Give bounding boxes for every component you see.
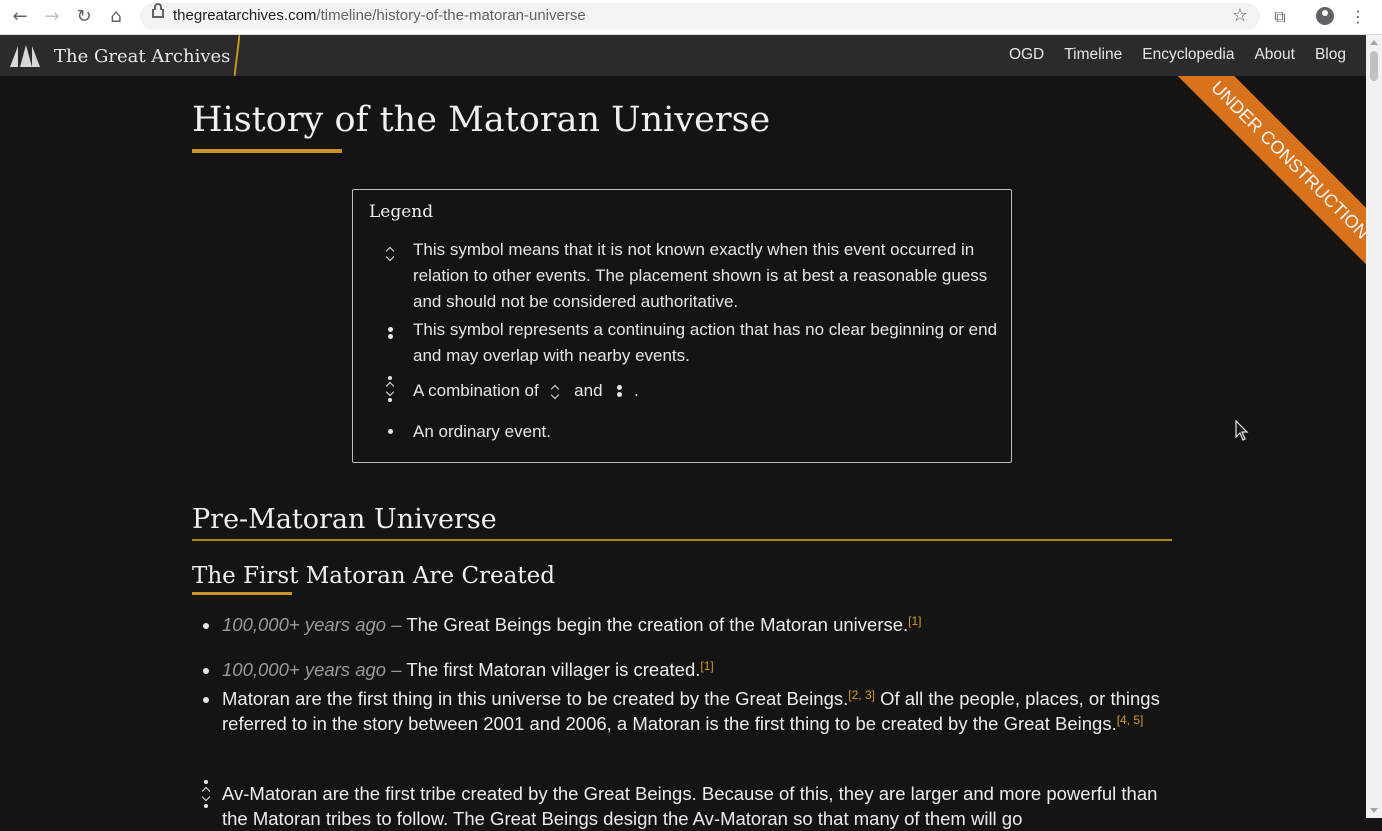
nav-about[interactable]: About bbox=[1254, 46, 1295, 64]
reference-link[interactable]: [1] bbox=[700, 659, 713, 673]
continuing-action-icon bbox=[615, 384, 625, 400]
legend-box: Legend This symbol means that it is not … bbox=[352, 189, 1012, 463]
legend-title: Legend bbox=[369, 202, 434, 222]
ordinary-event-icon bbox=[203, 697, 209, 703]
nav-blog[interactable]: Blog bbox=[1315, 46, 1346, 64]
browser-toolbar: ← → ↻ ⌂ thegreatarchives.com/timeline/hi… bbox=[0, 0, 1382, 35]
site-header: The Great Archives OGD Timeline Encyclop… bbox=[0, 35, 1366, 76]
reload-icon[interactable]: ↻ bbox=[72, 5, 96, 29]
section-heading: Pre-Matoran Universe bbox=[192, 504, 497, 535]
profile-avatar-icon[interactable] bbox=[1316, 7, 1334, 25]
legend-item-uncertain: This symbol means that it is not known e… bbox=[413, 240, 988, 311]
back-icon[interactable]: ← bbox=[8, 5, 32, 29]
mouse-cursor-icon bbox=[1235, 420, 1249, 441]
forward-icon[interactable]: → bbox=[40, 5, 64, 29]
page-scrollbar[interactable] bbox=[1366, 35, 1382, 818]
under-construction-ribbon: UNDER CONSTRUCTION bbox=[1155, 76, 1366, 295]
uncertain-placement-icon bbox=[551, 383, 561, 401]
title-underline bbox=[192, 149, 342, 153]
continuing-action-icon bbox=[383, 325, 399, 341]
ordinary-event-icon bbox=[203, 668, 209, 674]
reference-link[interactable]: [2, 3] bbox=[848, 688, 875, 702]
reference-link[interactable]: [1] bbox=[908, 614, 921, 628]
ordinary-event-icon bbox=[383, 428, 399, 436]
brand-divider bbox=[234, 35, 240, 76]
legend-item-combined: A combination of and . bbox=[413, 381, 639, 401]
list-item: Matoran are the first thing in this univ… bbox=[222, 688, 1160, 734]
scroll-down-icon[interactable] bbox=[1370, 808, 1378, 813]
bookmark-star-icon[interactable]: ☆ bbox=[1232, 5, 1248, 26]
nav-encyclopedia[interactable]: Encyclopedia bbox=[1142, 46, 1234, 64]
reference-link[interactable]: [4, 5] bbox=[1117, 713, 1144, 727]
combined-icon bbox=[383, 376, 399, 404]
subsection-underline bbox=[192, 592, 292, 595]
page-title: History of the Matoran Universe bbox=[192, 100, 771, 140]
nav-ogd[interactable]: OGD bbox=[1009, 46, 1044, 64]
list-item: 100,000+ years ago – The first Matoran v… bbox=[222, 659, 714, 680]
extensions-icon[interactable]: ⧉ bbox=[1268, 5, 1292, 29]
menu-kebab-icon[interactable]: ⋮ bbox=[1346, 5, 1370, 29]
nav-timeline[interactable]: Timeline bbox=[1064, 46, 1122, 64]
main-nav: OGD Timeline Encyclopedia About Blog bbox=[989, 46, 1346, 64]
combined-icon bbox=[200, 780, 214, 810]
legend-item-ordinary: An ordinary event. bbox=[413, 422, 551, 441]
scrollbar-thumb[interactable] bbox=[1370, 51, 1378, 81]
list-item: Av-Matoran are the first tribe created b… bbox=[222, 783, 1158, 829]
uncertain-placement-icon bbox=[383, 245, 399, 263]
section-rule bbox=[192, 539, 1172, 541]
lock-icon bbox=[152, 3, 164, 18]
legend-item-continuing: This symbol represents a continuing acti… bbox=[413, 320, 998, 365]
scroll-up-icon[interactable] bbox=[1370, 40, 1378, 45]
list-item: 100,000+ years ago – The Great Beings be… bbox=[222, 614, 922, 635]
ribbon-container: UNDER CONSTRUCTION bbox=[1100, 76, 1366, 306]
site-brand[interactable]: The Great Archives bbox=[54, 46, 230, 67]
address-bar[interactable]: thegreatarchives.com/timeline/history-of… bbox=[140, 3, 1260, 30]
subsection-heading: The First Matoran Are Created bbox=[192, 563, 555, 589]
ordinary-event-icon bbox=[203, 623, 209, 629]
home-icon[interactable]: ⌂ bbox=[104, 5, 128, 29]
archives-logo-icon[interactable] bbox=[8, 44, 42, 68]
url-text: thegreatarchives.com/timeline/history-of… bbox=[173, 7, 586, 24]
